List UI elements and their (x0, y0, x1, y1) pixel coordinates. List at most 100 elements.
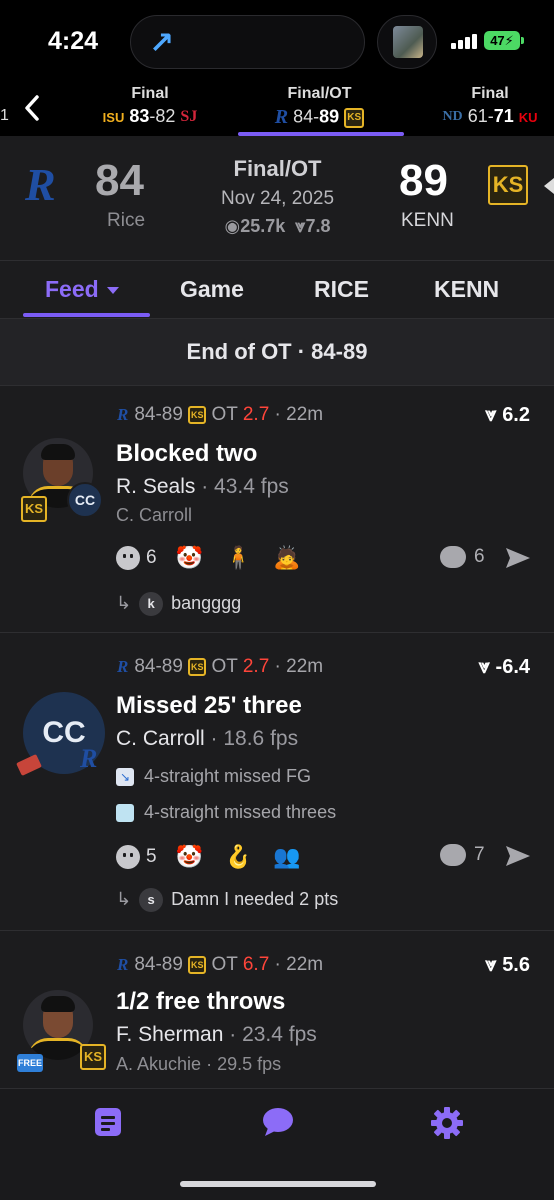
feed-age: 22m (286, 954, 324, 975)
signal-icon (451, 33, 477, 49)
scores-strip[interactable]: 1 Final ISU 83-82 SJ Final/OT R 84-89 KS… (0, 80, 554, 136)
rice-logo-icon: R (80, 744, 98, 773)
comment-count: 6 (474, 546, 485, 568)
comments-button[interactable]: 7 (440, 844, 485, 866)
player-fps: 18.6 fps (223, 727, 299, 750)
strip-home-score: 71 (493, 106, 514, 126)
hook-emoji-icon[interactable]: 🪝 (225, 844, 252, 870)
comment-bubble-icon (440, 844, 466, 866)
tab-rice[interactable]: RICE (314, 276, 369, 303)
feed-score: 84-89 (134, 404, 183, 425)
player-name: F. Sherman (116, 1023, 224, 1046)
clown-emoji-icon[interactable]: 🤡 (176, 545, 203, 571)
view-count: 25.7k (240, 216, 286, 236)
reactions[interactable]: 5 🤡 🪝 👥 (116, 844, 317, 870)
reply-avatar: k (139, 592, 164, 616)
ks-logo-icon[interactable]: KS (488, 165, 528, 205)
reply-text: bangggg (171, 592, 242, 613)
streak-item: 4-straight missed threes (116, 802, 336, 823)
comments-button[interactable]: 6 (440, 546, 485, 568)
next-edge-icon[interactable] (544, 178, 554, 194)
feed-period: OT (211, 404, 238, 425)
feed-item[interactable]: R 84-89 KS OT 2.7 · 22m ⩔ -6.4 CC R Misse… (0, 638, 554, 930)
person-emoji-icon[interactable]: 🧍 (225, 545, 252, 571)
rice-logo-icon[interactable]: R (25, 158, 56, 211)
away-team-name: Rice (107, 210, 146, 231)
ks-logo-icon: KS (188, 405, 207, 424)
strip-game-status: Final (131, 85, 169, 102)
game-rating: 7.8 (305, 216, 331, 236)
feed-item[interactable]: R 84-89 KS OT 6.7 · 22m ⩔ 5.6 FREE KS 1/2… (0, 936, 554, 1088)
rice-logo-icon: R (117, 404, 129, 424)
feed-delta: 5.6 (502, 954, 530, 976)
ks-logo-icon: KS (344, 107, 365, 128)
rice-logo-icon: R (117, 954, 129, 974)
away-score: 84 (95, 156, 144, 205)
reply-arrow-icon: ↳ (116, 592, 132, 613)
tab-selected-indicator (23, 313, 150, 317)
secondary-player: A. Akuchie (116, 1054, 202, 1074)
people-emoji-icon[interactable]: 👥 (273, 844, 300, 870)
send-icon[interactable] (505, 844, 531, 868)
isu-logo-icon: ISU (102, 109, 125, 125)
reactions[interactable]: 6 🤡 🧍 🙇 (116, 545, 317, 571)
back-chevron-icon[interactable] (22, 94, 42, 122)
feed-score: 84-89 (134, 656, 183, 677)
rating-icon: ⩔ (295, 216, 306, 236)
game-status: Final/OT (233, 156, 322, 181)
reply-text: Damn I needed 2 pts (171, 888, 339, 909)
settings-gear-icon[interactable] (431, 1107, 463, 1139)
top-reply[interactable]: ↳ s Damn I needed 2 pts (116, 888, 338, 912)
tab-game[interactable]: Game (180, 276, 244, 303)
strip-game-1[interactable]: Final ISU 83-82 SJ (92, 85, 208, 127)
rating-icon: ⩔ (478, 656, 490, 678)
feed-item[interactable]: R 84-89 KS OT 2.7 · 22m ⩔ 6.2 KS CC Block… (0, 386, 554, 632)
clown-emoji-icon[interactable]: 🤡 (176, 844, 203, 870)
strip-selected-indicator (238, 132, 404, 136)
feed-period: OT (211, 954, 238, 975)
bowing-emoji-icon[interactable]: 🙇 (273, 545, 300, 571)
strip-game-3[interactable]: Final ND 61-71 KU (432, 85, 548, 127)
ku-logo-icon: KU (518, 109, 538, 125)
reply-avatar: s (139, 888, 164, 912)
chart-down-icon: ↘ (116, 768, 134, 787)
home-indicator[interactable] (180, 1181, 376, 1187)
tab-label: Feed (45, 276, 99, 302)
smiley-face-icon[interactable] (116, 845, 140, 869)
dropdown-caret-icon (106, 287, 119, 295)
feed-clock: 6.7 (242, 954, 270, 975)
dynamic-island[interactable]: ↗ (130, 15, 365, 69)
send-icon[interactable] (505, 546, 531, 570)
eye-icon: ◉ (224, 216, 241, 236)
feed-nav-icon[interactable] (94, 1107, 122, 1137)
streak-label: 4-straight missed FG (144, 766, 312, 786)
strip-game-status: Final/OT (287, 85, 352, 102)
strip-away-score: 83 (129, 106, 150, 126)
tab-kenn[interactable]: KENN (434, 276, 499, 303)
navigation-arrow-icon: ↗ (149, 27, 175, 60)
rating-icon: ⩔ (485, 404, 497, 426)
nd-logo-icon: ND (442, 109, 463, 125)
game-summary: Final/OT Nov 24, 2025 ◉25.7k ⩔7.8 (200, 156, 355, 237)
strip-away-score: 84 (293, 106, 314, 127)
feed-delta: -6.4 (495, 656, 530, 678)
player-name: R. Seals (116, 475, 196, 498)
strip-cut-score: 1 (0, 107, 9, 124)
status-bar: 4:24 ↗ 47⚡ (0, 0, 554, 80)
divider (0, 632, 554, 633)
status-time: 4:24 (48, 27, 99, 55)
game-date: Nov 24, 2025 (220, 188, 335, 209)
ks-logo-icon: KS (188, 657, 207, 676)
secondary-player[interactable]: C. Carroll (116, 505, 192, 526)
feed-score: 84-89 (134, 954, 183, 975)
media-activity[interactable] (377, 15, 437, 69)
feed-age: 22m (286, 656, 324, 677)
comment-count: 7 (474, 844, 485, 866)
tab-feed[interactable]: Feed (45, 276, 119, 303)
strip-game-2[interactable]: Final/OT R 84-89 KS (252, 85, 387, 129)
smiley-face-icon[interactable] (116, 546, 140, 570)
home-team-name: KENN (401, 210, 454, 231)
top-reply[interactable]: ↳ k bangggg (116, 592, 241, 616)
divider (0, 260, 554, 261)
chat-nav-icon[interactable] (262, 1107, 294, 1137)
